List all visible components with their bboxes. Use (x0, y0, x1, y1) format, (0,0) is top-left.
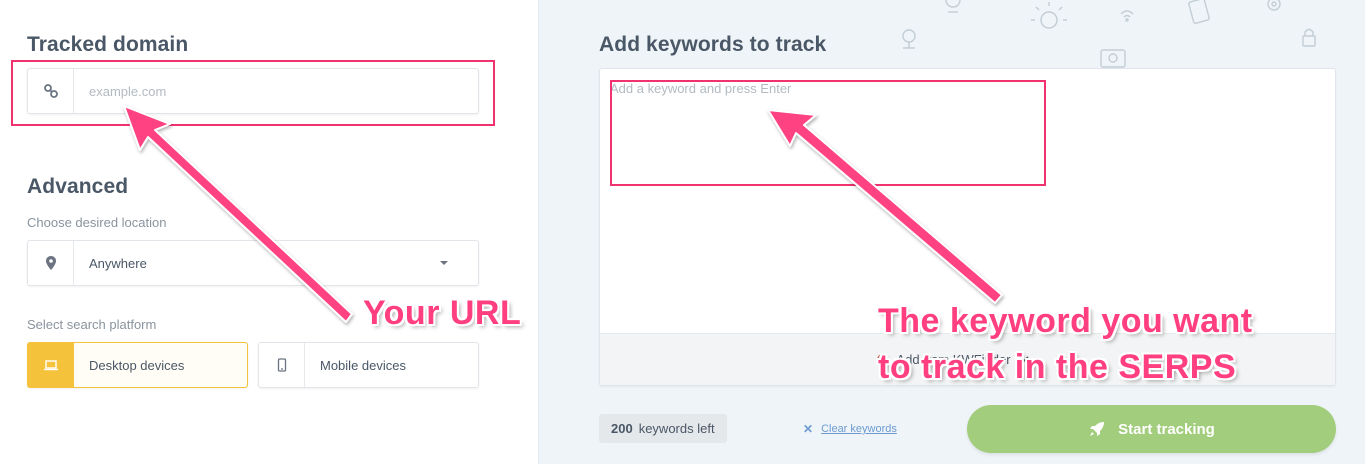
platform-desktop-label: Desktop devices (89, 357, 185, 373)
start-tracking-button[interactable]: Start tracking (967, 405, 1336, 453)
laptop-icon (28, 343, 74, 387)
location-label: Choose desired location (27, 215, 167, 230)
keyword-highlight-box (610, 80, 1046, 186)
url-callout: Your URL (363, 294, 522, 332)
clear-keywords-link-wrap: ✕ Clear keywords (803, 422, 897, 436)
rocket-icon (1090, 422, 1105, 436)
location-pin-icon (28, 241, 74, 285)
platform-mobile-button[interactable]: Mobile devices (258, 342, 479, 388)
location-value: Anywhere (89, 255, 147, 271)
keyword-callout-line1: The keyword you want (878, 302, 1253, 340)
keywords-left-label: keywords left (638, 421, 715, 436)
tracked-domain-title: Tracked domain (27, 33, 189, 56)
platform-desktop-button[interactable]: Desktop devices (27, 342, 248, 388)
keywords-title: Add keywords to track (599, 33, 827, 56)
chevron-down-icon (440, 261, 448, 265)
platform-mobile-label: Mobile devices (320, 357, 406, 373)
start-tracking-label: Start tracking (1118, 420, 1215, 438)
platform-label: Select search platform (27, 317, 157, 332)
advanced-title: Advanced (27, 175, 129, 198)
domain-highlight-box (11, 60, 495, 126)
keyword-callout-line2: to track in the SERPS (878, 348, 1237, 386)
keywords-left-count: 200 (611, 421, 633, 436)
close-icon: ✕ (803, 422, 814, 436)
keywords-left-badge: 200 keywords left (599, 414, 727, 443)
location-select[interactable]: Anywhere (27, 240, 479, 286)
clear-keywords-link[interactable]: Clear keywords (821, 423, 897, 435)
mobile-phone-icon (259, 343, 305, 387)
